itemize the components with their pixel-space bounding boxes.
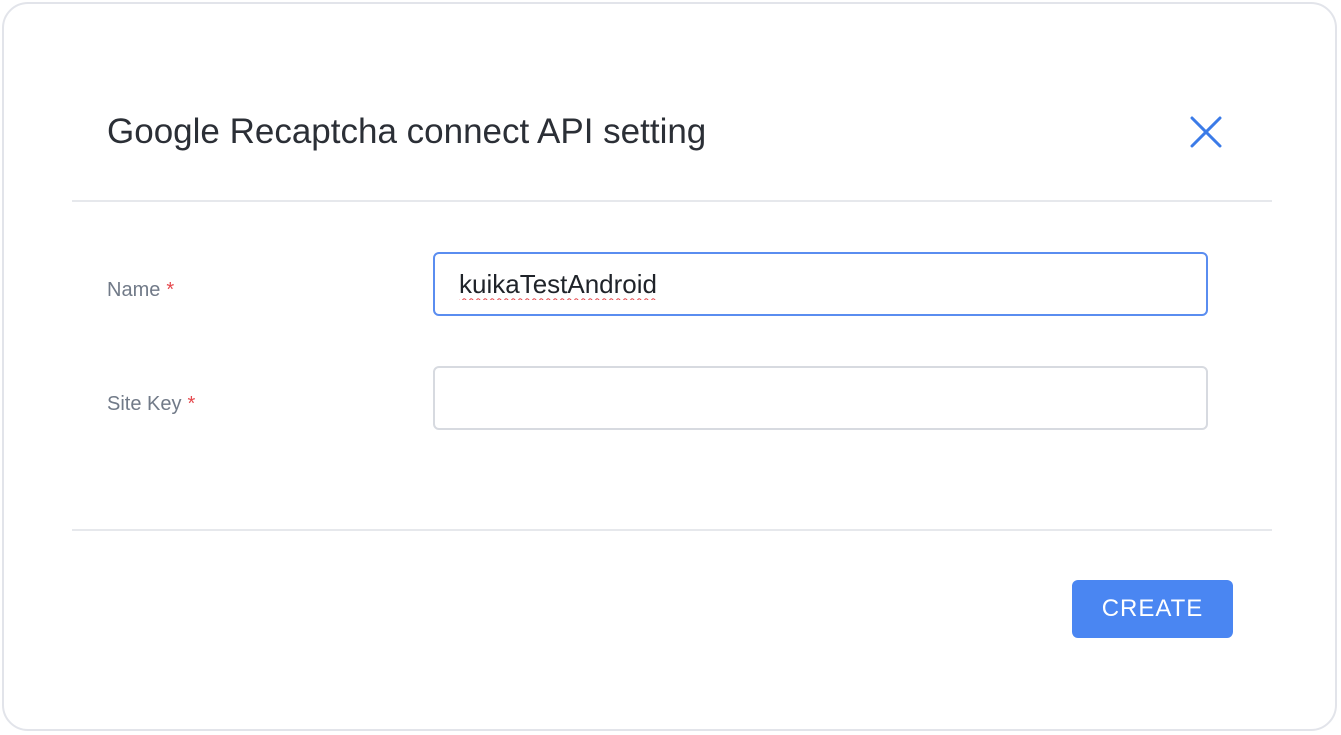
site-key-required-mark: * — [187, 393, 196, 415]
api-settings-dialog: Google Recaptcha connect API setting Nam… — [2, 2, 1337, 731]
create-button[interactable]: CREATE — [1072, 580, 1233, 638]
name-label: Name * — [107, 278, 174, 302]
site-key-input[interactable] — [433, 366, 1208, 430]
header-divider — [72, 200, 1272, 202]
name-required-mark: * — [166, 279, 175, 301]
name-input[interactable] — [433, 252, 1208, 316]
footer-divider — [72, 529, 1272, 531]
dialog-title: Google Recaptcha connect API setting — [107, 112, 707, 151]
close-icon — [1190, 116, 1222, 148]
name-label-text: Name — [107, 279, 161, 301]
site-key-label-text: Site Key — [107, 393, 182, 415]
site-key-label: Site Key * — [107, 392, 195, 416]
close-button[interactable] — [1184, 110, 1228, 154]
